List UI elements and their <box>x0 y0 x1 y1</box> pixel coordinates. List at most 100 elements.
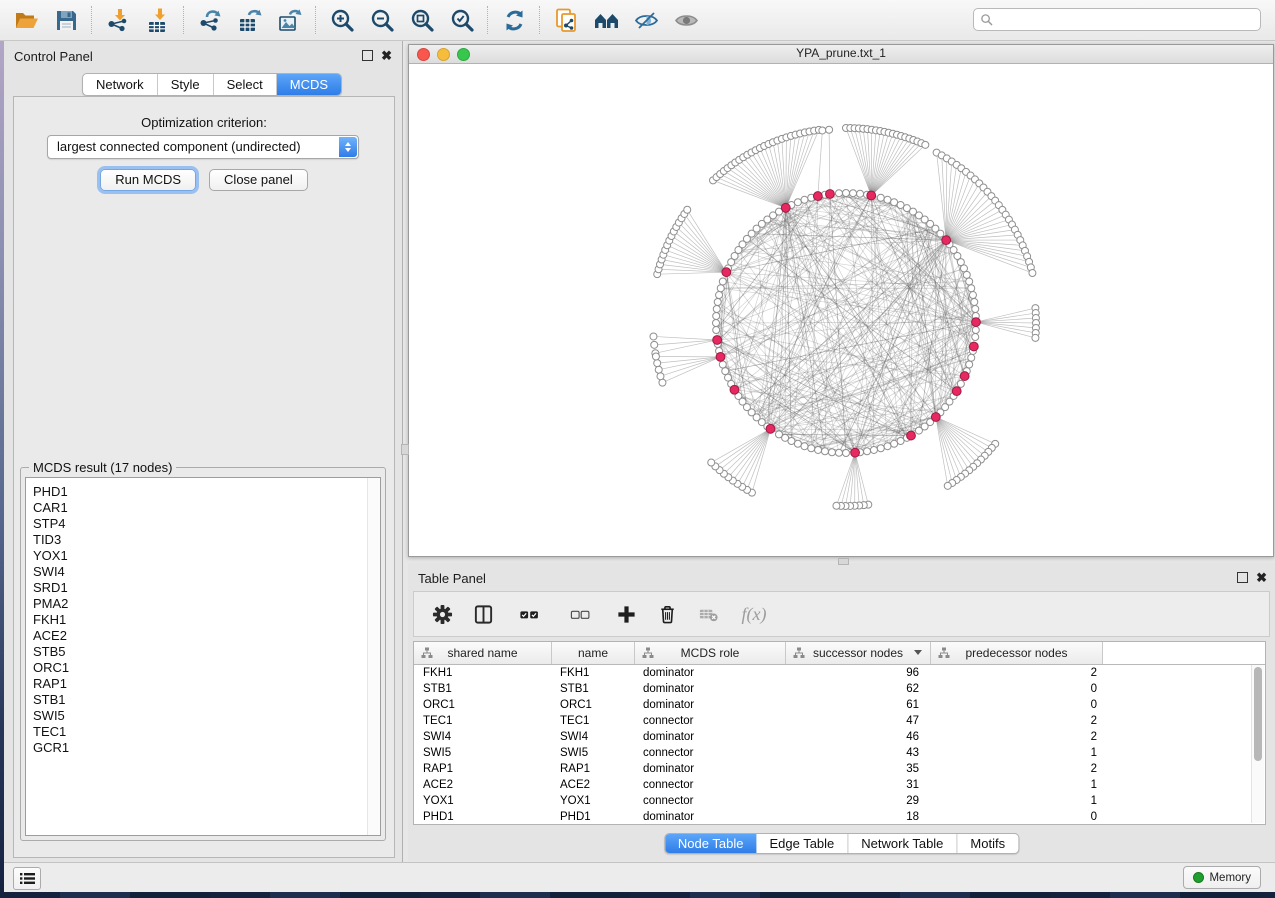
table-row[interactable]: STB1STB1dominator620 <box>414 681 1265 697</box>
list-scrollbar[interactable] <box>367 478 380 835</box>
mcds-result-item[interactable]: STP4 <box>33 516 380 532</box>
tab-mcds[interactable]: MCDS <box>277 74 341 95</box>
deselect-all-button[interactable] <box>563 602 597 626</box>
maximize-window-button[interactable] <box>457 48 470 61</box>
tab-network[interactable]: Network <box>83 74 158 95</box>
mcds-result-item[interactable]: SRD1 <box>33 580 380 596</box>
table-cell: 31 <box>786 777 931 793</box>
control-panel-controls: ✖ <box>362 50 392 61</box>
table-row[interactable]: SWI4SWI4dominator462 <box>414 729 1265 745</box>
network-graph-canvas[interactable] <box>409 63 1273 556</box>
first-neighbors-button[interactable] <box>586 3 626 37</box>
add-row-button[interactable] <box>614 602 638 626</box>
export-table-button[interactable] <box>230 3 270 37</box>
mcds-result-item[interactable]: PHD1 <box>33 484 380 500</box>
mcds-result-item[interactable]: GCR1 <box>33 740 380 756</box>
table-row[interactable]: SWI5SWI5connector431 <box>414 745 1265 761</box>
zoom-out-button[interactable] <box>362 3 402 37</box>
mcds-result-item[interactable]: SWI4 <box>33 564 380 580</box>
table-cell: YOX1 <box>414 793 552 809</box>
close-panel-button[interactable]: Close panel <box>209 169 308 191</box>
table-row[interactable]: PHD1PHD1dominator180 <box>414 809 1265 825</box>
search-field[interactable] <box>973 8 1261 31</box>
open-file-button[interactable] <box>6 3 46 37</box>
column-header-successor-nodes[interactable]: successor nodes <box>786 642 931 664</box>
float-panel-icon[interactable] <box>362 50 373 61</box>
tab-edge-table[interactable]: Edge Table <box>756 834 848 853</box>
export-image-button[interactable] <box>270 3 310 37</box>
delete-selected-button[interactable] <box>655 602 679 626</box>
zoom-in-button[interactable] <box>322 3 362 37</box>
mcds-result-item[interactable]: STB1 <box>33 692 380 708</box>
search-input[interactable] <box>993 12 1260 28</box>
show-columns-button[interactable] <box>471 602 495 626</box>
main-toolbar <box>0 0 1275 41</box>
table-row[interactable]: FKH1FKH1dominator962 <box>414 665 1265 681</box>
tab-network-table[interactable]: Network Table <box>848 834 957 853</box>
table-scrollbar[interactable] <box>1251 665 1264 823</box>
column-header-name[interactable]: name <box>552 642 635 664</box>
memory-status-icon <box>1193 872 1204 883</box>
table-row[interactable]: ORC1ORC1dominator610 <box>414 697 1265 713</box>
vertical-splitter-handle[interactable] <box>401 444 409 455</box>
float-panel-icon[interactable] <box>1237 572 1248 583</box>
header-filler <box>1103 642 1265 664</box>
table-cell: 1 <box>931 745 1103 761</box>
apply-layout-button[interactable] <box>494 3 534 37</box>
import-network-button[interactable] <box>98 3 138 37</box>
mcds-result-item[interactable]: SWI5 <box>33 708 380 724</box>
select-all-button[interactable] <box>512 602 546 626</box>
tab-style[interactable]: Style <box>158 74 214 95</box>
mcds-result-item[interactable]: CAR1 <box>33 500 380 516</box>
combo-stepper[interactable] <box>339 137 357 157</box>
table-row[interactable]: YOX1YOX1connector291 <box>414 793 1265 809</box>
table-row[interactable]: ACE2ACE2connector311 <box>414 777 1265 793</box>
scrollbar-thumb[interactable] <box>1254 667 1262 761</box>
optimization-criterion-select[interactable]: largest connected component (undirected) <box>47 135 359 159</box>
mcds-result-item[interactable]: ACE2 <box>33 628 380 644</box>
export-network-button[interactable] <box>190 3 230 37</box>
table-settings-button[interactable] <box>430 602 454 626</box>
table-cell: connector <box>635 713 786 729</box>
run-mcds-button[interactable]: Run MCDS <box>100 169 196 191</box>
delete-table-icon <box>698 604 719 625</box>
zoom-fit-button[interactable] <box>402 3 442 37</box>
table-row[interactable]: TEC1TEC1connector472 <box>414 713 1265 729</box>
mcds-result-item[interactable]: YOX1 <box>33 548 380 564</box>
table-rows[interactable]: FKH1FKH1dominator962STB1STB1dominator620… <box>414 665 1265 825</box>
table-cell: dominator <box>635 761 786 777</box>
save-session-button[interactable] <box>46 3 86 37</box>
search-icon <box>980 13 993 26</box>
import-table-button[interactable] <box>138 3 178 37</box>
network-window-titlebar[interactable]: YPA_prune.txt_1 <box>409 45 1273 64</box>
mcds-result-item[interactable]: PMA2 <box>33 596 380 612</box>
toolbar-separator <box>487 6 489 34</box>
mcds-result-item[interactable]: RAP1 <box>33 676 380 692</box>
close-panel-icon[interactable]: ✖ <box>381 50 392 61</box>
show-all-button[interactable] <box>666 3 706 37</box>
close-panel-icon[interactable]: ✖ <box>1256 572 1267 583</box>
mcds-result-item[interactable]: TEC1 <box>33 724 380 740</box>
horizontal-splitter-handle[interactable] <box>838 558 849 565</box>
table-row[interactable]: RAP1RAP1dominator352 <box>414 761 1265 777</box>
new-network-from-selection-button[interactable] <box>546 3 586 37</box>
tab-select[interactable]: Select <box>214 74 277 95</box>
zoom-selected-button[interactable] <box>442 3 482 37</box>
mcds-result-item[interactable]: STB5 <box>33 644 380 660</box>
hide-selected-button[interactable] <box>626 3 666 37</box>
table-cell: 29 <box>786 793 931 809</box>
tab-motifs[interactable]: Motifs <box>957 834 1018 853</box>
memory-button[interactable]: Memory <box>1183 866 1261 889</box>
minimize-window-button[interactable] <box>437 48 450 61</box>
column-header-predecessor-nodes[interactable]: predecessor nodes <box>931 642 1103 664</box>
column-header-mcds-role[interactable]: MCDS role <box>635 642 786 664</box>
mcds-result-item[interactable]: ORC1 <box>33 660 380 676</box>
mcds-result-item[interactable]: TID3 <box>33 532 380 548</box>
tab-node-table[interactable]: Node Table <box>665 834 757 853</box>
task-history-button[interactable] <box>13 867 41 890</box>
table-cell: PHD1 <box>414 809 552 825</box>
close-window-button[interactable] <box>417 48 430 61</box>
mcds-result-item[interactable]: FKH1 <box>33 612 380 628</box>
column-header-shared-name[interactable]: shared name <box>414 642 552 664</box>
mcds-result-list[interactable]: PHD1CAR1STP4TID3YOX1SWI4SRD1PMA2FKH1ACE2… <box>25 477 381 836</box>
